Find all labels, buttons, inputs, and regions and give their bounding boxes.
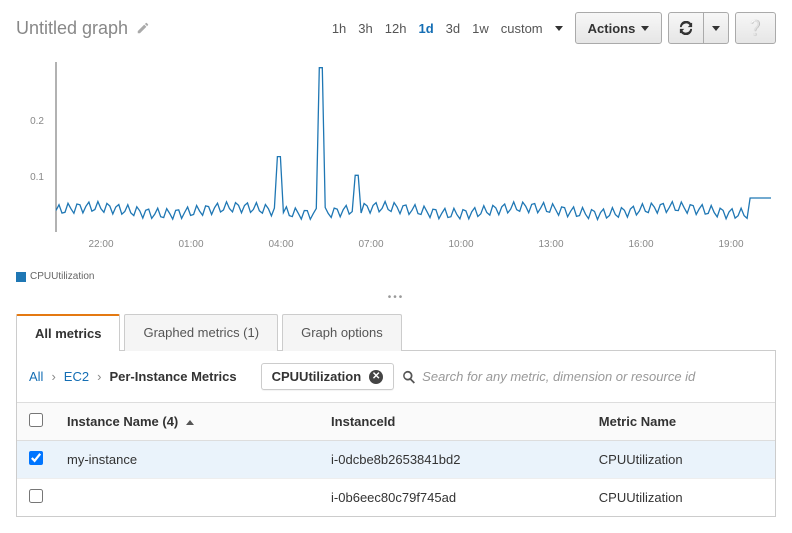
range-custom[interactable]: custom xyxy=(501,21,543,36)
actions-label: Actions xyxy=(588,21,636,36)
svg-text:07:00: 07:00 xyxy=(358,239,383,250)
select-all-checkbox[interactable] xyxy=(29,413,43,427)
tab-graph-options[interactable]: Graph options xyxy=(282,314,402,351)
search-icon xyxy=(402,370,416,384)
svg-text:13:00: 13:00 xyxy=(538,239,563,250)
row-checkbox[interactable] xyxy=(29,489,43,503)
bc-ec2[interactable]: EC2 xyxy=(64,369,89,384)
chart: 0.2 0.1 22:00 01:00 04:00 07:00 10:00 13… xyxy=(16,52,776,282)
chevron-down-icon xyxy=(641,26,649,31)
cell-instance-name xyxy=(55,479,319,517)
svg-text:16:00: 16:00 xyxy=(628,239,653,250)
col-instance-name[interactable]: Instance Name (4) xyxy=(55,403,319,441)
x-ticks: 22:00 01:00 04:00 07:00 10:00 13:00 16:0… xyxy=(88,239,743,250)
metrics-panel: All › EC2 › Per-Instance Metrics CPUUtil… xyxy=(16,351,776,517)
table-row[interactable]: i-0b6eec80c79f745ad CPUUtilization xyxy=(17,479,775,517)
range-1w[interactable]: 1w xyxy=(472,21,489,36)
col-instance-id[interactable]: InstanceId xyxy=(319,403,587,441)
svg-text:22:00: 22:00 xyxy=(88,239,113,250)
close-icon[interactable]: ✕ xyxy=(369,370,383,384)
chevron-right-icon: › xyxy=(51,369,55,384)
chevron-right-icon: › xyxy=(97,369,101,384)
search xyxy=(402,369,763,384)
help-icon: ❔ xyxy=(746,19,765,37)
time-range: 1h 3h 12h 1d 3d 1w custom xyxy=(332,21,563,36)
svg-text:01:00: 01:00 xyxy=(178,239,203,250)
range-1h[interactable]: 1h xyxy=(332,21,346,36)
chart-line xyxy=(56,68,771,220)
svg-text:19:00: 19:00 xyxy=(718,239,743,250)
page-title: Untitled graph xyxy=(16,18,128,39)
y-tick: 0.2 xyxy=(30,116,44,127)
svg-text:04:00: 04:00 xyxy=(268,239,293,250)
refresh-icon xyxy=(679,21,693,35)
chevron-down-icon[interactable] xyxy=(555,26,563,31)
actions-button[interactable]: Actions xyxy=(575,12,663,44)
refresh-options-button[interactable] xyxy=(704,12,729,44)
help-button[interactable]: ❔ xyxy=(735,12,776,44)
cell-instance-id: i-0b6eec80c79f745ad xyxy=(319,479,587,517)
tab-graphed-metrics[interactable]: Graphed metrics (1) xyxy=(124,314,278,351)
tab-all-metrics[interactable]: All metrics xyxy=(16,314,120,351)
range-3d[interactable]: 3d xyxy=(446,21,460,36)
sort-asc-icon xyxy=(186,420,194,425)
cell-metric-name: CPUUtilization xyxy=(587,441,775,479)
svg-text:10:00: 10:00 xyxy=(448,239,473,250)
refresh-button[interactable] xyxy=(668,12,704,44)
bc-group: Per-Instance Metrics xyxy=(109,369,236,384)
range-12h[interactable]: 12h xyxy=(385,21,407,36)
legend-swatch xyxy=(16,272,26,282)
range-3h[interactable]: 3h xyxy=(358,21,372,36)
bc-all[interactable]: All xyxy=(29,369,43,384)
range-1d[interactable]: 1d xyxy=(418,21,433,36)
chart-legend: CPUUtilization xyxy=(16,271,776,282)
cell-instance-id: i-0dcbe8b2653841bd2 xyxy=(319,441,587,479)
col-metric-name[interactable]: Metric Name xyxy=(587,403,775,441)
filter-pill-label: CPUUtilization xyxy=(272,369,362,384)
table-row[interactable]: my-instance i-0dcbe8b2653841bd2 CPUUtili… xyxy=(17,441,775,479)
edit-icon[interactable] xyxy=(136,21,150,35)
breadcrumb: All › EC2 › Per-Instance Metrics CPUUtil… xyxy=(17,351,775,402)
search-input[interactable] xyxy=(422,369,763,384)
cell-metric-name: CPUUtilization xyxy=(587,479,775,517)
cell-instance-name: my-instance xyxy=(55,441,319,479)
filter-pill: CPUUtilization ✕ xyxy=(261,363,395,390)
metrics-table: Instance Name (4) InstanceId Metric Name… xyxy=(17,402,775,516)
drag-handle[interactable]: ••• xyxy=(16,286,776,313)
legend-label: CPUUtilization xyxy=(30,271,94,282)
tab-bar: All metrics Graphed metrics (1) Graph op… xyxy=(16,313,776,351)
row-checkbox[interactable] xyxy=(29,451,43,465)
chevron-down-icon xyxy=(712,26,720,31)
y-tick: 0.1 xyxy=(30,172,44,183)
